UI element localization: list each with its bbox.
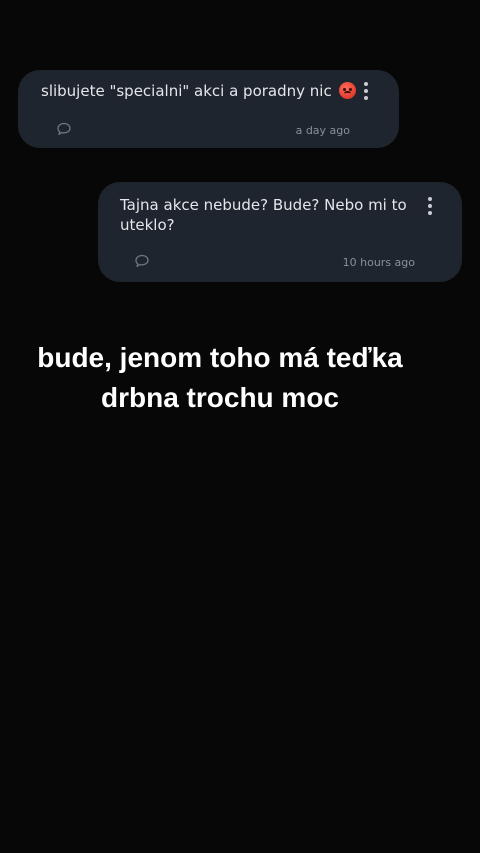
comment-text: Tajna akce nebude? Bude? Nebo mi to utek… [120, 196, 407, 234]
comment-text: slibujete "specialni" akci a poradny nic [41, 81, 356, 101]
comment-icon[interactable] [56, 122, 72, 136]
story-caption: bude, jenom toho má teďka drbna trochu m… [0, 338, 440, 418]
more-options-icon[interactable] [360, 82, 372, 104]
comment-icon[interactable] [134, 254, 150, 268]
comment-timestamp: a day ago [295, 124, 350, 137]
angry-face-emoji [338, 82, 356, 99]
story-screen: slibujete "specialni" akci a poradny nic… [0, 0, 480, 853]
comment-body: slibujete "specialni" akci a poradny nic [41, 82, 332, 100]
comment-timestamp: 10 hours ago [342, 256, 415, 269]
comment-card: slibujete "specialni" akci a poradny nic… [18, 70, 399, 148]
more-options-icon[interactable] [424, 197, 436, 219]
caption-line-1: bude, jenom toho má teďka [37, 342, 403, 373]
comment-card: Tajna akce nebude? Bude? Nebo mi to utek… [98, 182, 462, 282]
caption-line-2: drbna trochu moc [100, 382, 339, 413]
